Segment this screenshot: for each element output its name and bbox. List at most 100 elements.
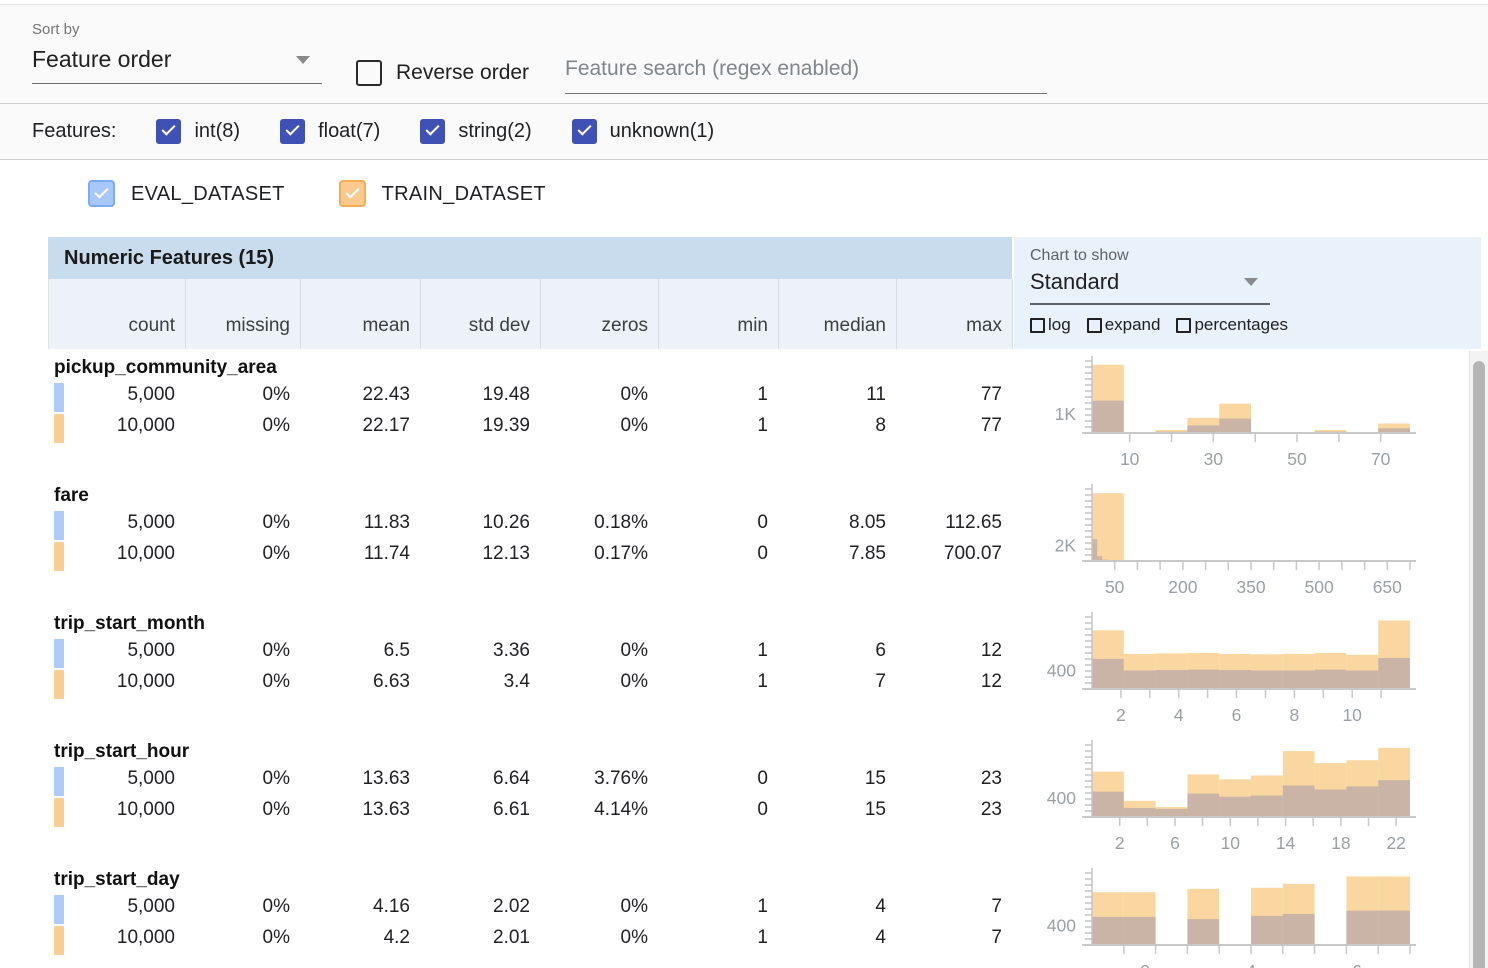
- stat-std-dev: 2.01: [420, 927, 540, 949]
- svg-text:2: 2: [1116, 705, 1126, 725]
- column-header-missing: missing: [186, 279, 301, 349]
- feature-row-trip_start_hour: trip_start_hour5,0000%13.636.643.76%0152…: [48, 733, 1488, 861]
- svg-text:70: 70: [1371, 449, 1391, 469]
- svg-text:22: 22: [1386, 833, 1405, 853]
- feature-type-label-string: string(2): [458, 120, 531, 143]
- stat-mean: 13.63: [300, 768, 420, 790]
- stat-count: 10,000: [48, 671, 185, 693]
- feature-search: [565, 57, 1047, 94]
- chevron-down-icon: [296, 56, 310, 64]
- stat-missing: 0%: [185, 768, 300, 790]
- stat-zeros: 0%: [540, 671, 658, 693]
- chevron-down-icon: [1244, 278, 1258, 286]
- column-header-std-dev: std dev: [421, 279, 541, 349]
- histogram-trip_start_day: 246400: [1014, 861, 1481, 968]
- reverse-order-checkbox[interactable]: [356, 60, 382, 86]
- stats-row-eval: 5,0000%22.4319.480%11177: [48, 379, 1014, 410]
- svg-text:50: 50: [1287, 449, 1307, 469]
- stat-mean: 13.63: [300, 799, 420, 821]
- stat-median: 4: [778, 927, 896, 949]
- svg-text:6: 6: [1232, 705, 1242, 725]
- check-icon: [345, 184, 359, 198]
- stats-row-train: 10,0000%13.636.614.14%01523: [48, 794, 1014, 825]
- stat-max: 112.65: [896, 512, 1012, 534]
- svg-text:30: 30: [1204, 449, 1224, 469]
- stat-missing: 0%: [185, 640, 300, 662]
- stat-min: 1: [658, 415, 778, 437]
- eval-dataset-chip: [54, 639, 64, 668]
- stat-min: 0: [658, 799, 778, 821]
- chart-option-checkbox-log[interactable]: [1030, 318, 1045, 333]
- stats-row-eval: 5,0000%11.8310.260.18%08.05112.65: [48, 507, 1014, 538]
- toolbar: Sort by Feature order Reverse order: [0, 4, 1488, 104]
- eval-dataset-chip: [54, 767, 64, 796]
- feature-type-label-unknown: unknown(1): [610, 120, 715, 143]
- svg-text:10: 10: [1342, 705, 1362, 725]
- feature-histogram-trip_start_day: 246400: [1014, 861, 1481, 968]
- stat-missing: 0%: [185, 927, 300, 949]
- vertical-scrollbar[interactable]: [1469, 351, 1488, 968]
- stat-min: 1: [658, 927, 778, 949]
- check-icon: [285, 121, 299, 135]
- chart-option-label-expand: expand: [1105, 315, 1161, 335]
- stat-zeros: 0%: [540, 415, 658, 437]
- feature-type-checkbox-float[interactable]: [280, 119, 305, 144]
- train-dataset-checkbox[interactable]: [339, 180, 366, 207]
- feature-type-toggle-unknown[interactable]: unknown(1): [572, 119, 715, 144]
- svg-text:50: 50: [1105, 577, 1125, 597]
- feature-type-toggle-string[interactable]: string(2): [420, 119, 531, 144]
- feature-type-checkbox-unknown[interactable]: [572, 119, 597, 144]
- facets-overview-page: Sort by Feature order Reverse order Feat…: [0, 0, 1488, 968]
- svg-text:10: 10: [1221, 833, 1241, 853]
- histogram-trip_start_month: 246810400: [1014, 605, 1481, 733]
- chart-option-toggle-percentages[interactable]: percentages: [1176, 315, 1288, 335]
- stat-zeros: 3.76%: [540, 768, 658, 790]
- feature-rows: pickup_community_area5,0000%22.4319.480%…: [48, 349, 1488, 968]
- stat-mean: 11.83: [300, 512, 420, 534]
- stat-zeros: 0%: [540, 896, 658, 918]
- svg-text:4: 4: [1246, 961, 1256, 968]
- svg-text:350: 350: [1236, 577, 1265, 597]
- svg-text:8: 8: [1290, 705, 1300, 725]
- dataset-toggle-eval[interactable]: EVAL_DATASET: [88, 180, 285, 237]
- stat-median: 8: [778, 415, 896, 437]
- stat-min: 1: [658, 640, 778, 662]
- stat-mean: 4.2: [300, 927, 420, 949]
- chart-option-toggle-expand[interactable]: expand: [1087, 315, 1161, 335]
- stat-max: 12: [896, 640, 1012, 662]
- stat-min: 0: [658, 512, 778, 534]
- feature-row-fare: fare5,0000%11.8310.260.18%08.05112.6510,…: [48, 477, 1488, 605]
- feature-type-checkbox-int[interactable]: [156, 119, 181, 144]
- chart-option-toggle-log[interactable]: log: [1030, 315, 1071, 335]
- chart-option-label-log: log: [1048, 315, 1071, 335]
- stat-missing: 0%: [185, 671, 300, 693]
- dataset-toggle-train[interactable]: TRAIN_DATASET: [339, 180, 546, 237]
- scrollbar-thumb[interactable]: [1473, 361, 1485, 968]
- feature-type-toggle-int[interactable]: int(8): [156, 119, 240, 144]
- stat-count: 5,000: [48, 768, 185, 790]
- chart-option-checkbox-expand[interactable]: [1087, 318, 1102, 333]
- sort-by-value: Feature order: [32, 46, 171, 73]
- stats-row-eval: 5,0000%4.162.020%147: [48, 891, 1014, 922]
- stat-std-dev: 3.4: [420, 671, 540, 693]
- stat-std-dev: 19.48: [420, 384, 540, 406]
- feature-histogram-trip_start_month: 246810400: [1014, 605, 1481, 733]
- chart-to-show-label: Chart to show: [1030, 247, 1481, 265]
- chart-type-select[interactable]: Standard: [1030, 269, 1270, 305]
- reverse-order-label: Reverse order: [396, 61, 529, 85]
- stat-median: 7.85: [778, 543, 896, 565]
- check-icon: [162, 121, 176, 135]
- feature-row-trip_start_month: trip_start_month5,0000%6.53.360%161210,0…: [48, 605, 1488, 733]
- feature-search-input[interactable]: [565, 57, 1047, 94]
- sort-by-select[interactable]: Feature order: [32, 46, 322, 84]
- reverse-order-toggle[interactable]: Reverse order: [356, 60, 529, 86]
- train-dataset-chip: [54, 926, 64, 955]
- eval-dataset-chip: [54, 383, 64, 412]
- sort-by-label: Sort by: [32, 21, 322, 38]
- stat-mean: 6.5: [300, 640, 420, 662]
- stat-count: 10,000: [48, 927, 185, 949]
- chart-option-checkbox-percentages[interactable]: [1176, 318, 1191, 333]
- feature-type-toggle-float[interactable]: float(7): [280, 119, 380, 144]
- eval-dataset-checkbox[interactable]: [88, 180, 115, 207]
- feature-type-checkbox-string[interactable]: [420, 119, 445, 144]
